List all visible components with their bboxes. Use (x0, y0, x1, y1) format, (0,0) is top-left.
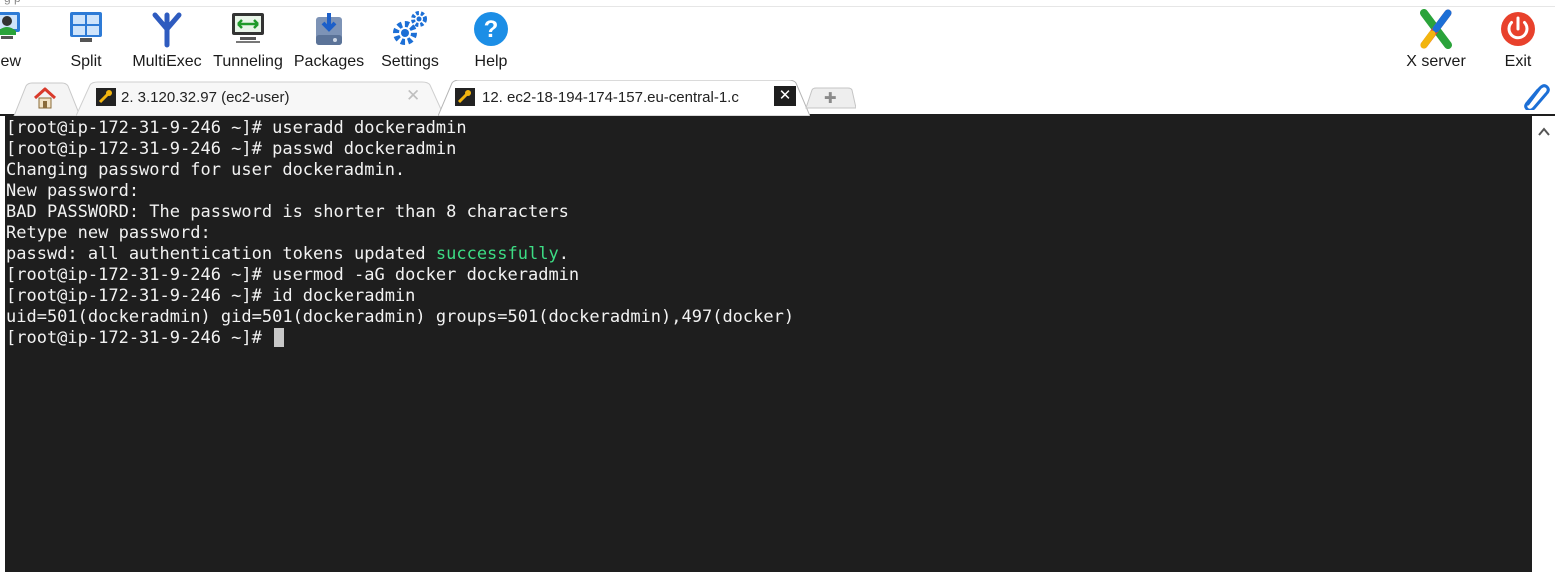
terminal-prompt: [root@ip-172-31-9-246 ~]# (6, 328, 273, 348)
terminal-line: uid=501(dockeradmin) gid=501(dockeradmin… (6, 307, 795, 327)
window-title-bar: g p (0, 0, 1555, 7)
toolbar-label: X server (1406, 53, 1466, 70)
packages-icon (309, 9, 349, 49)
svg-text:?: ? (484, 16, 499, 43)
tab-home[interactable] (8, 80, 80, 116)
toolbar-label: Help (474, 53, 508, 70)
terminal-line: [root@ip-172-31-9-246 ~]# id dockeradmin (6, 286, 416, 306)
tab-session-2[interactable]: 2. 3.120.32.97 (ec2-user) ✕ (76, 80, 444, 116)
toolbar-help-button[interactable]: ? Help (464, 7, 518, 79)
toolbar-label: MultiExec (132, 53, 202, 70)
toolbar-multiexec-button[interactable]: MultiExec (130, 7, 204, 79)
xserver-icon (1416, 9, 1456, 49)
terminal-key-icon (96, 88, 116, 106)
tab-label: 12. ec2-18-194-174-157.eu-central-1.c (482, 89, 739, 106)
toolbar-xserver-button[interactable]: X server (1400, 7, 1472, 79)
tunneling-icon (228, 9, 268, 49)
terminal-pane[interactable]: [root@ip-172-31-9-246 ~]# useradd docker… (5, 116, 1532, 572)
terminal-cursor (274, 328, 285, 347)
exit-icon (1498, 9, 1538, 49)
line-prefix: passwd: all authentication tokens update… (6, 244, 436, 264)
session-view-icon (0, 9, 32, 49)
toolbar-label: iew (0, 53, 21, 70)
toolbar-exit-button[interactable]: Exit (1494, 7, 1542, 79)
terminal-line: Retype new password: (6, 223, 211, 243)
tab-close-icon[interactable]: ✕ (774, 86, 796, 106)
attach-icon[interactable] (1520, 82, 1550, 115)
tab-session-12[interactable]: 12. ec2-18-194-174-157.eu-central-1.c ✕ (438, 80, 810, 116)
toolbar-tunneling-button[interactable]: Tunneling (210, 7, 286, 79)
tab-close-icon[interactable]: ✕ (406, 86, 420, 106)
toolbar-split-button[interactable]: Split (60, 7, 112, 79)
window-title: g p (4, 0, 21, 5)
new-tab-icon: ✚ (824, 90, 837, 107)
terminal-line: Changing password for user dockeradmin. (6, 160, 406, 180)
scroll-up-arrow-icon[interactable] (1538, 124, 1550, 140)
settings-icon (390, 9, 430, 49)
help-icon: ? (471, 9, 511, 49)
terminal-line-success: passwd: all authentication tokens update… (5, 244, 1532, 265)
toolbar-label: Settings (381, 53, 439, 70)
split-icon (66, 9, 106, 49)
terminal-scrollbar[interactable] (1533, 116, 1555, 572)
success-word: successfully (435, 244, 559, 264)
terminal-line: New password: (6, 181, 140, 201)
toolbar-packages-button[interactable]: Packages (294, 7, 364, 79)
toolbar-settings-button[interactable]: Settings (376, 7, 444, 79)
toolbar-label: Exit (1504, 53, 1532, 70)
main-toolbar: iew Split MultiExec (0, 7, 1555, 80)
terminal-key-icon (455, 88, 475, 106)
terminal-line: BAD PASSWORD: The password is shorter th… (6, 202, 569, 222)
line-suffix: . (558, 244, 569, 264)
toolbar-label: Packages (293, 53, 365, 70)
terminal-prompt-line: [root@ip-172-31-9-246 ~]# (5, 328, 1532, 349)
toolbar-label: Tunneling (213, 53, 283, 70)
home-icon (32, 86, 58, 115)
terminal-line: [root@ip-172-31-9-246 ~]# passwd dockera… (6, 139, 457, 159)
session-tab-bar: 2. 3.120.32.97 (ec2-user) ✕ 12. ec2-18-1… (0, 80, 1555, 116)
toolbar-session-view-button[interactable]: iew (0, 7, 36, 79)
terminal-line: [root@ip-172-31-9-246 ~]# usermod -aG do… (6, 265, 580, 285)
new-tab-button[interactable]: ✚ (804, 86, 856, 114)
terminal-line: [root@ip-172-31-9-246 ~]# useradd docker… (6, 118, 467, 138)
multiexec-icon (147, 9, 187, 49)
tab-label: 2. 3.120.32.97 (ec2-user) (121, 89, 290, 106)
toolbar-label: Split (70, 53, 102, 70)
